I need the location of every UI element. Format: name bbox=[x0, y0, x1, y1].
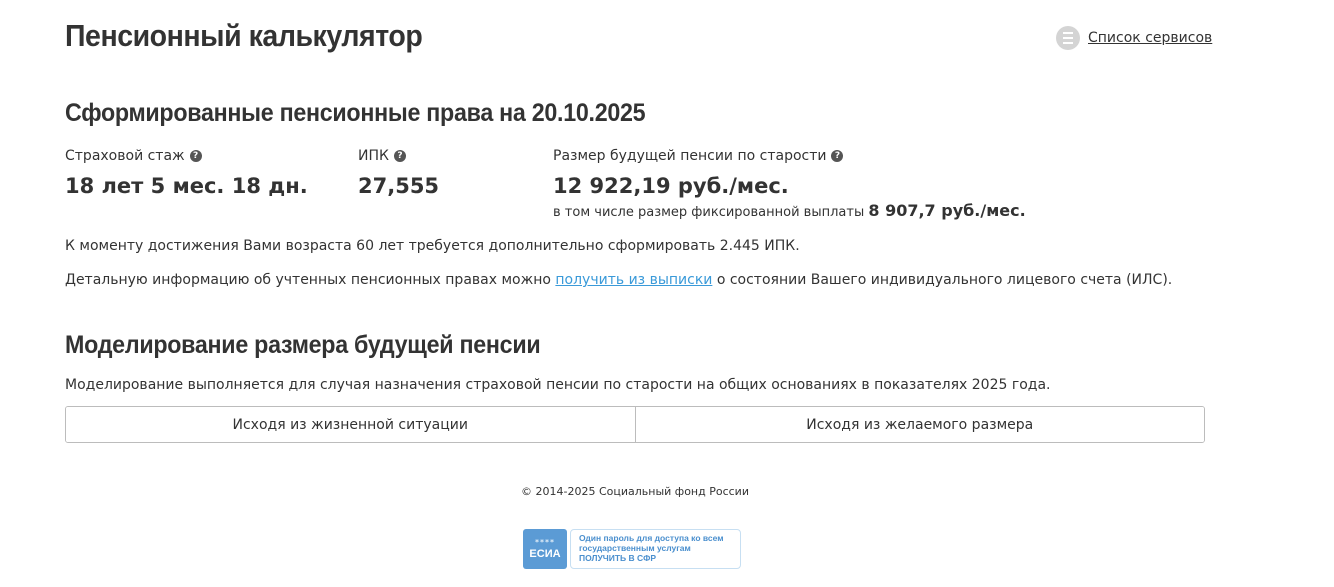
insurance-period-label: Страховой стаж bbox=[65, 148, 185, 164]
services-list-label: Список сервисов bbox=[1088, 30, 1213, 46]
tab-desired-amount[interactable]: Исходя из желаемого размера bbox=[634, 407, 1204, 442]
details-suffix: о состоянии Вашего индивидуального лицев… bbox=[712, 272, 1173, 288]
esia-banner[interactable]: **** ЕСИА Один пароль для доступа ко все… bbox=[523, 529, 741, 569]
help-icon[interactable]: ? bbox=[189, 150, 202, 162]
help-icon[interactable]: ? bbox=[831, 150, 844, 162]
services-list-link[interactable]: Список сервисов bbox=[1056, 26, 1212, 50]
help-icon[interactable]: ? bbox=[393, 150, 406, 162]
esia-caption: Один пароль для доступа ко всем государс… bbox=[570, 529, 741, 569]
page-title: Пенсионный калькулятор bbox=[65, 18, 423, 53]
modeling-section-title: Моделирование размера будущей пенсии bbox=[65, 331, 541, 359]
future-pension-value: 12 922,19 руб./мес. bbox=[553, 174, 789, 198]
modeling-mode-switch: Исходя из жизненной ситуации Исходя из ж… bbox=[65, 406, 1205, 443]
insurance-period-value: 18 лет 5 мес. 18 дн. bbox=[65, 174, 308, 198]
ipk-requirement-text: К моменту достижения Вами возраста 60 ле… bbox=[65, 238, 800, 254]
modeling-description: Моделирование выполняется для случая наз… bbox=[65, 377, 1051, 393]
statement-link[interactable]: получить из выписки bbox=[555, 272, 712, 288]
esia-logo: **** ЕСИА bbox=[523, 529, 567, 569]
ipk-stat: ИПК ? 27,555 bbox=[358, 147, 439, 198]
copyright: © 2014-2025 Социальный фонд России bbox=[521, 485, 749, 498]
esia-lock-icon: **** bbox=[535, 537, 555, 547]
details-prefix: Детальную информацию об учтенных пенсион… bbox=[65, 272, 556, 288]
rights-section-title: Сформированные пенсионные права на 20.10… bbox=[65, 99, 646, 127]
future-pension-stat: Размер будущей пенсии по старости ? 12 9… bbox=[553, 147, 1026, 220]
future-pension-label: Размер будущей пенсии по старости bbox=[553, 148, 827, 164]
ipk-label: ИПК bbox=[358, 148, 389, 164]
tab-life-situation[interactable]: Исходя из жизненной ситуации bbox=[66, 407, 635, 442]
esia-logo-text: ЕСИА bbox=[529, 547, 561, 560]
fixed-payment-value: 8 907,7 руб./мес. bbox=[868, 201, 1026, 220]
insurance-period-stat: Страховой стаж ? 18 лет 5 мес. 18 дн. bbox=[65, 147, 308, 198]
fixed-payment-label: в том числе размер фиксированной выплаты bbox=[553, 205, 865, 220]
list-icon bbox=[1056, 26, 1080, 50]
ipk-value: 27,555 bbox=[358, 174, 440, 198]
fixed-payment-note: в том числе размер фиксированной выплаты… bbox=[553, 201, 1026, 220]
details-text: Детальную информацию об учтенных пенсион… bbox=[65, 272, 1172, 288]
